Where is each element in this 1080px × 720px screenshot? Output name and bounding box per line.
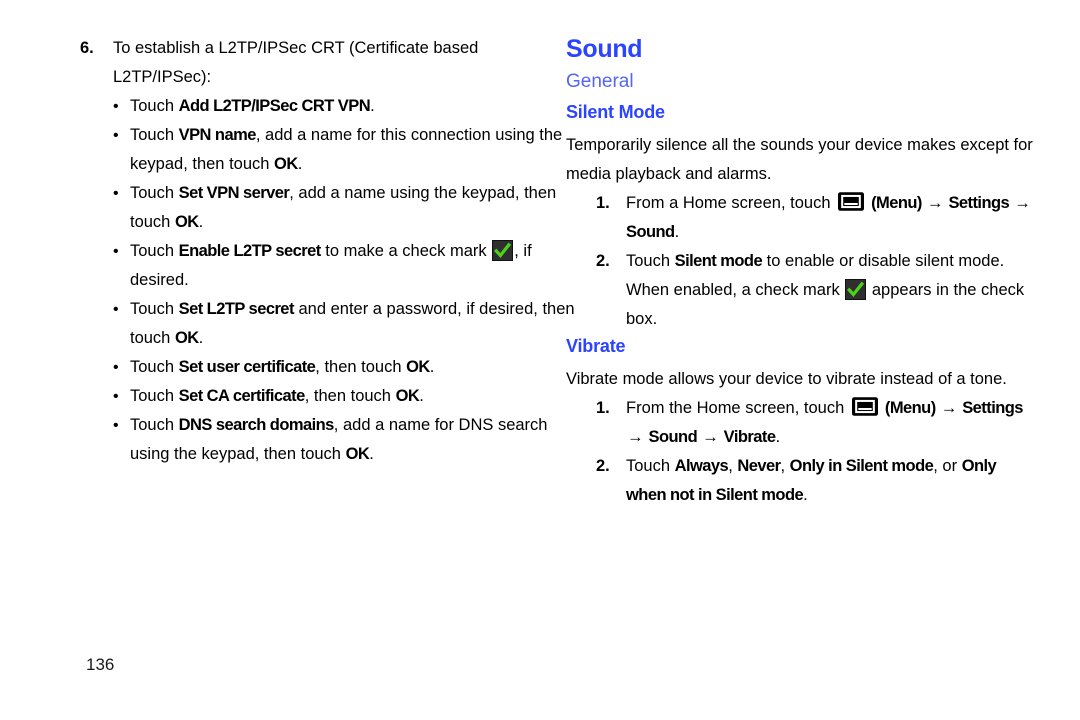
menu-icon [851, 397, 878, 416]
emphasis-text: OK [395, 387, 420, 405]
emphasis-text: OK [174, 329, 199, 347]
bullet-item-set-user-certificate: Touch Set user certificate, then touch O… [113, 353, 580, 382]
step-number: 2. [596, 457, 610, 475]
step-number: 1. [596, 194, 610, 212]
topic-intro-silent-mode: Temporarily silence all the sounds your … [566, 136, 1033, 183]
topic-list: Silent Mode Temporarily silence all the s… [566, 100, 1036, 510]
emphasis-text: Always [674, 457, 729, 475]
emphasis-text: Never [737, 457, 781, 475]
emphasis-text: (Menu) [867, 194, 926, 212]
bullet-item-dns-search-domains: Touch DNS search domains, add a name for… [113, 411, 580, 469]
topic-vibrate: Vibrate Vibrate mode allows your device t… [566, 334, 1036, 510]
checkbox-checked-icon [845, 279, 867, 300]
topic-intro-vibrate: Vibrate mode allows your device to vibra… [566, 370, 1007, 388]
vpn-setup-bullet-list: Touch Add L2TP/IPSec CRT VPN.Touch VPN n… [80, 92, 580, 469]
step-text: Touch Silent mode to enable or disable s… [626, 252, 1025, 328]
arrow-icon: → [702, 428, 719, 446]
page-number: 136 [86, 655, 115, 674]
step-text: To establish a L2TP/IPSec CRT (Certifica… [113, 39, 479, 86]
emphasis-text: VPN name [178, 126, 257, 144]
emphasis-text: OK [174, 213, 199, 231]
emphasis-text: (Menu) [880, 399, 940, 417]
topic-heading-silent-mode: Silent Mode [566, 102, 665, 122]
step-text: Touch Always, Never, Only in Silent mode… [626, 457, 997, 504]
bullet-item-set-ca-certificate: Touch Set CA certificate, then touch OK. [113, 382, 580, 411]
topic-silent-mode: Silent Mode Temporarily silence all the s… [566, 100, 1036, 334]
arrow-icon: → [627, 428, 644, 446]
arrow-icon: → [1014, 194, 1031, 212]
step-number: 1. [596, 399, 610, 417]
emphasis-text: Sound [644, 428, 702, 446]
emphasis-text: Set user certificate [178, 358, 316, 376]
bullet-item-vpn-name: Touch VPN name, add a name for this conn… [113, 121, 580, 179]
bullet-item-set-vpn-server: Touch Set VPN server, add a name using t… [113, 179, 580, 237]
bullet-item-add-l2tp-ipsec-crt-vpn: Touch Add L2TP/IPSec CRT VPN. [113, 92, 580, 121]
emphasis-text: Settings [944, 194, 1014, 212]
step-list-vibrate: 1. From the Home screen, touch (Menu) → S… [566, 394, 1036, 510]
arrow-icon: → [926, 194, 944, 212]
step-number: 2. [596, 252, 610, 270]
emphasis-text: Set L2TP secret [178, 300, 295, 318]
emphasis-text: Enable L2TP secret [178, 242, 322, 260]
emphasis-text: Set VPN server [178, 184, 290, 202]
bullet-item-enable-l2tp-secret: Touch Enable L2TP secret to make a check… [113, 237, 580, 295]
checkbox-checked-icon [492, 240, 514, 261]
section-title: General [566, 71, 634, 92]
menu-icon [838, 192, 865, 211]
emphasis-text: Set CA certificate [178, 387, 306, 405]
arrow-icon: → [940, 399, 958, 417]
emphasis-text: Vibrate [719, 428, 776, 446]
chapter-title: Sound [566, 35, 643, 63]
emphasis-text: DNS search domains [178, 416, 335, 434]
manual-page: 6. To establish a L2TP/IPSec CRT (Certif… [0, 0, 1080, 720]
topic-heading-vibrate: Vibrate [566, 336, 626, 356]
emphasis-text: Only in Silent mode [789, 457, 934, 475]
emphasis-text: Silent mode [674, 252, 763, 270]
emphasis-text: OK [274, 155, 298, 173]
emphasis-text: Settings [958, 399, 1023, 417]
right-column: Sound General Silent Mode Temporarily sil… [566, 34, 1036, 510]
step-text: From a Home screen, touch (Menu) → Setti… [626, 192, 1031, 241]
step-text: From the Home screen, touch (Menu) → Set… [626, 397, 1023, 446]
step-item: 1. From the Home screen, touch (Menu) → S… [596, 394, 1036, 452]
bullet-item-set-l2tp-secret: Touch Set L2TP secret and enter a passwo… [113, 295, 580, 353]
step-number: 6. [80, 39, 94, 57]
step-item: 2. Touch Silent mode to enable or disable… [596, 247, 1036, 334]
left-column: 6. To establish a L2TP/IPSec CRT (Certif… [80, 34, 580, 469]
step-item: 1. From a Home screen, touch (Menu) → Set… [596, 189, 1036, 247]
step-list-silent-mode: 1. From a Home screen, touch (Menu) → Set… [566, 189, 1036, 334]
emphasis-text: Sound [626, 223, 675, 241]
emphasis-text: OK [406, 358, 430, 376]
step-item: 2. Touch Always, Never, Only in Silent mo… [596, 452, 1036, 510]
emphasis-text: OK [345, 445, 370, 463]
numbered-step-6: 6. To establish a L2TP/IPSec CRT (Certif… [80, 34, 580, 92]
emphasis-text: Add L2TP/IPSec CRT VPN [178, 97, 371, 115]
